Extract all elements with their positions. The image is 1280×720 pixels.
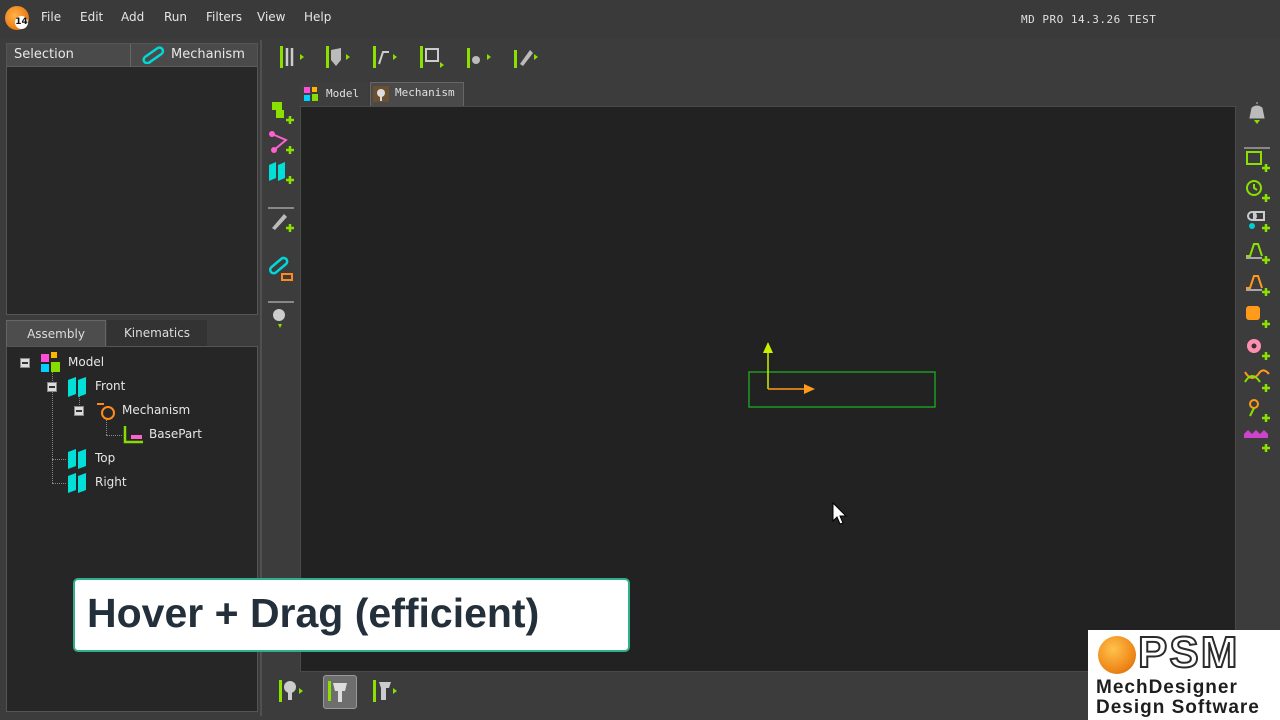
gear-run-icon[interactable] (370, 676, 400, 706)
motion-direction-icon[interactable] (276, 42, 306, 72)
menu-bar: 14 File Edit Add Run Filters View Help M… (0, 0, 1280, 38)
psm-logo: PSM MechDesigner Design Software (1088, 627, 1280, 720)
top-toolbar (270, 40, 570, 74)
add-motion-icon[interactable] (1242, 238, 1272, 268)
menu-run[interactable]: Run (164, 10, 187, 24)
tree-item-front[interactable]: Front (95, 379, 125, 393)
left-toolbar (265, 96, 297, 336)
y-axis-arrow-icon (763, 342, 773, 353)
version-label: MD PRO 14.3.26 TEST (1021, 13, 1157, 26)
tree-line (52, 483, 66, 484)
right-toolbar (1240, 96, 1274, 466)
add-graph-icon[interactable] (1242, 366, 1272, 396)
doc-tab-model-label: Model (326, 87, 360, 100)
plane-icon (68, 377, 86, 397)
tree-item-mechanism[interactable]: Mechanism (122, 403, 190, 417)
tree-line (106, 435, 122, 436)
pen-icon[interactable] (510, 42, 540, 72)
shield-icon[interactable] (322, 42, 352, 72)
menu-view[interactable]: View (257, 10, 285, 24)
plane-icon (68, 473, 86, 493)
part-icon[interactable] (463, 42, 493, 72)
sketch-box-icon[interactable] (416, 42, 446, 72)
logo-dot-icon (1098, 636, 1136, 674)
mechanism-tab-icon (373, 86, 389, 102)
add-motor-icon[interactable] (1242, 146, 1272, 176)
doc-tab-mechanism-label: Mechanism (395, 86, 455, 99)
tree-item-basepart[interactable]: BasePart (149, 427, 202, 441)
expand-front-toggle[interactable] (47, 382, 57, 392)
selection-panel: Selection Mechanism (6, 43, 258, 315)
part-active-button[interactable] (323, 675, 357, 709)
add-plane-icon[interactable] (266, 158, 296, 188)
expand-model-toggle[interactable] (20, 358, 30, 368)
add-sketch-icon[interactable] (266, 128, 296, 158)
add-part-icon[interactable] (266, 98, 296, 128)
bottom-toolbar (272, 674, 412, 709)
add-spring-icon[interactable] (1242, 426, 1272, 456)
link-icon (142, 46, 165, 64)
assembly-tree: Model Front Mechanism BasePart Top Right (6, 346, 258, 712)
notification-icon[interactable] (1242, 98, 1272, 128)
app-logo-icon[interactable]: 14 (5, 6, 29, 30)
caption-overlay: Hover + Drag (efficient) (73, 578, 630, 652)
tree-item-right[interactable]: Right (95, 475, 127, 489)
tree-tabs: Assembly Kinematics (6, 320, 258, 346)
mechanism-icon (97, 403, 115, 420)
add-solid-icon[interactable] (1242, 302, 1272, 332)
menu-add[interactable]: Add (121, 10, 144, 24)
logo-line2: Design Software (1096, 697, 1260, 718)
add-clock-icon[interactable] (1242, 176, 1272, 206)
app-version-badge: 14 (15, 16, 28, 29)
add-point-icon[interactable] (266, 300, 296, 330)
tree-item-top[interactable]: Top (95, 451, 115, 465)
tab-selection[interactable]: Selection (7, 44, 131, 66)
model-icon (41, 352, 60, 372)
add-pen-icon[interactable] (266, 206, 296, 236)
tab-assembly[interactable]: Assembly (6, 320, 106, 346)
part-active-icon (328, 681, 347, 702)
doc-tab-model[interactable]: Model (300, 82, 368, 106)
tree-item-model[interactable]: Model (68, 355, 104, 369)
caption-text: Hover + Drag (efficient) (87, 590, 540, 636)
doc-tab-mechanism[interactable]: Mechanism (370, 82, 464, 106)
tab-kinematics[interactable]: Kinematics (107, 320, 207, 346)
tab-mechanism-label: Mechanism (171, 47, 245, 62)
line-icon[interactable] (369, 42, 399, 72)
menu-edit[interactable]: Edit (80, 10, 103, 24)
part-run-icon[interactable] (276, 676, 306, 706)
add-point-icon[interactable] (1242, 396, 1272, 426)
x-axis-arrow-icon (804, 384, 815, 394)
mouse-cursor-icon (832, 501, 848, 525)
add-cam-icon[interactable] (1242, 206, 1272, 236)
logo-line1: MechDesigner (1096, 677, 1238, 698)
add-gear-icon[interactable] (1242, 334, 1272, 364)
model-icon (304, 87, 318, 101)
tab-mechanism[interactable]: Mechanism (133, 44, 257, 66)
menu-file[interactable]: File (41, 10, 61, 24)
selection-panel-header: Selection Mechanism (7, 44, 257, 67)
menu-filters[interactable]: Filters (206, 10, 242, 24)
menu-help[interactable]: Help (304, 10, 331, 24)
basepart-icon (123, 426, 143, 444)
logo-name: PSM (1137, 627, 1240, 678)
link-edit-icon[interactable] (266, 254, 296, 284)
tree-line (52, 459, 66, 460)
expand-mechanism-toggle[interactable] (74, 406, 84, 416)
plane-icon (68, 449, 86, 469)
add-motion2-icon[interactable] (1242, 270, 1272, 300)
